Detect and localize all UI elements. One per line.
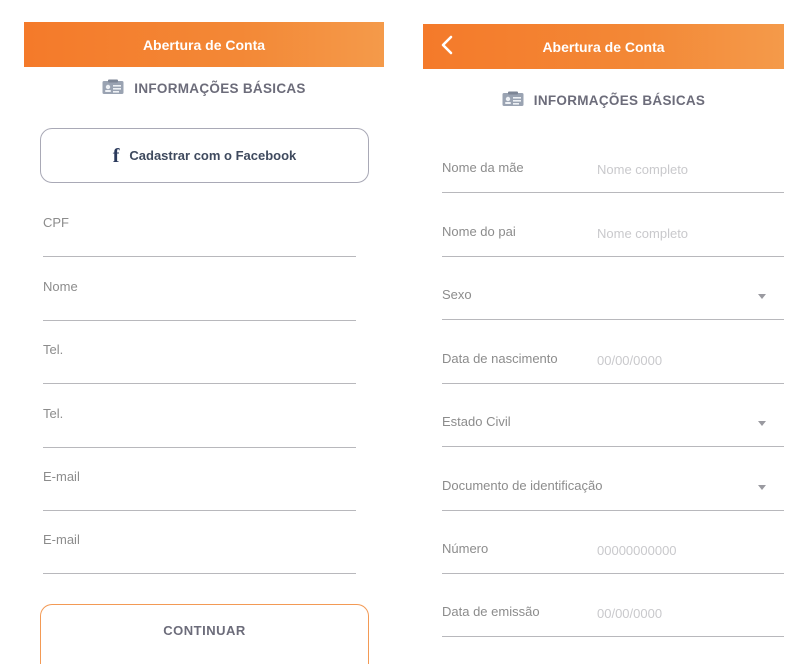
facebook-icon: f: [112, 144, 120, 167]
field-placeholder: 00/00/0000: [597, 606, 663, 621]
field-label: Tel.: [43, 406, 64, 421]
chevron-down-icon: [758, 294, 766, 299]
app-bar-title: Abertura de Conta: [542, 38, 665, 55]
app-bar-title: Abertura de Conta: [142, 36, 266, 53]
email-field[interactable]: E-mail: [43, 447, 356, 511]
marital-status-select[interactable]: Estado Civil: [442, 383, 784, 447]
phone-field[interactable]: Tel.: [43, 320, 356, 384]
birth-date-field[interactable]: Data de nascimento 00/00/0000: [442, 320, 784, 384]
id-document-select[interactable]: Documento de identificação: [442, 447, 784, 511]
field-label: Data de emissão: [442, 604, 540, 619]
field-label: Estado Civil: [442, 414, 511, 429]
field-label: Nome: [43, 279, 78, 294]
facebook-signup-button[interactable]: f Cadastrar com o Facebook: [40, 128, 369, 183]
id-card-icon: [102, 79, 124, 98]
father-name-field[interactable]: Nome do pai Nome completo: [442, 193, 784, 257]
document-number-field[interactable]: Número 00000000000: [442, 510, 784, 574]
field-placeholder: 00000000000: [597, 543, 677, 558]
field-label: E-mail: [43, 532, 80, 547]
section-header: INFORMAÇÕES BÁSICAS: [423, 90, 784, 110]
chevron-left-icon: [441, 35, 453, 58]
back-button[interactable]: [431, 24, 463, 69]
section-title: INFORMAÇÕES BÁSICAS: [533, 92, 706, 108]
field-label: Nome do pai: [442, 224, 516, 239]
field-label: Data de nascimento: [442, 351, 558, 366]
name-field[interactable]: Nome: [43, 257, 356, 321]
issue-date-field[interactable]: Data de emissão 00/00/0000: [442, 573, 784, 637]
section-title: INFORMAÇÕES BÁSICAS: [134, 80, 306, 96]
field-label: CPF: [43, 215, 69, 230]
field-placeholder: Nome completo: [597, 162, 689, 177]
sex-select[interactable]: Sexo: [442, 256, 784, 320]
app-bar: Abertura de Conta: [423, 24, 784, 69]
field-label: Documento de identificação: [442, 478, 603, 493]
app-bar: Abertura de Conta: [24, 22, 384, 67]
section-header: INFORMAÇÕES BÁSICAS: [24, 78, 384, 98]
facebook-button-label: Cadastrar com o Facebook: [129, 148, 297, 163]
field-placeholder: 00/00/0000: [597, 353, 663, 368]
screen-basic-info-step1: Abertura de Conta INFORMAÇÕES BÁSICAS f …: [24, 0, 384, 667]
phone-confirm-field[interactable]: Tel.: [43, 384, 356, 448]
chevron-down-icon: [758, 485, 766, 490]
id-card-icon: [502, 91, 524, 110]
field-label: Sexo: [442, 287, 472, 302]
chevron-down-icon: [758, 421, 766, 426]
email-confirm-field[interactable]: E-mail: [43, 510, 356, 574]
field-placeholder: Nome completo: [597, 226, 689, 241]
mother-name-field[interactable]: Nome da mãe Nome completo: [442, 129, 784, 193]
cpf-field[interactable]: CPF: [43, 193, 356, 257]
continue-button-label: CONTINUAR: [163, 623, 246, 638]
field-label: Número: [442, 541, 489, 556]
field-label: E-mail: [43, 469, 80, 484]
screen-basic-info-step2: Abertura de Conta INFORMAÇÕES BÁSICAS No…: [423, 0, 784, 667]
continue-button[interactable]: CONTINUAR: [40, 604, 369, 664]
field-label: Tel.: [43, 342, 64, 357]
field-label: Nome da mãe: [442, 160, 524, 175]
